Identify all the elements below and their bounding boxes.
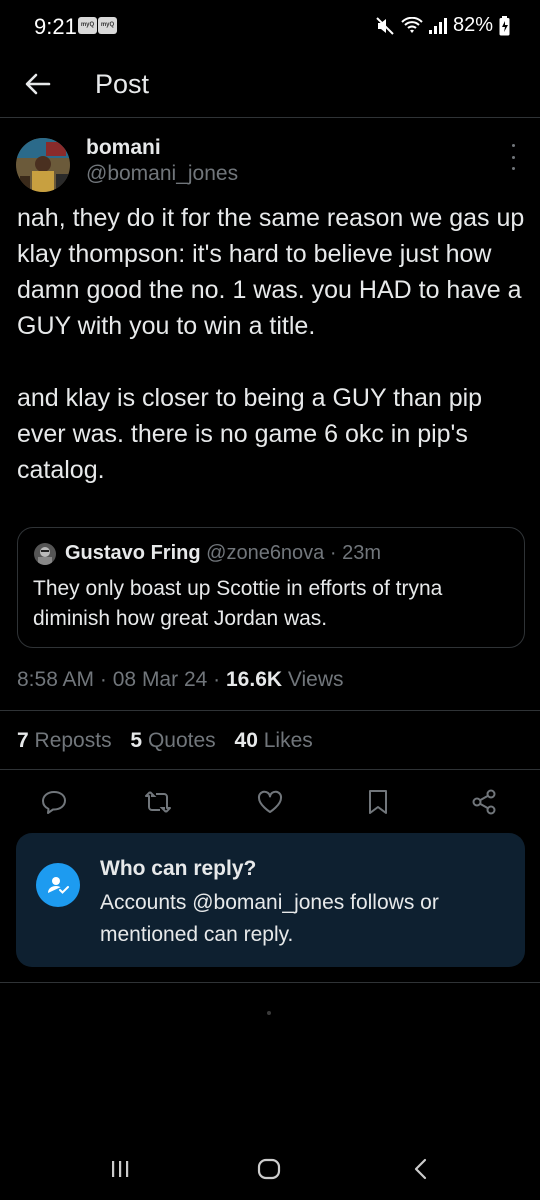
repost-icon (145, 791, 171, 813)
quotes-count: 5 (130, 729, 143, 752)
loading-dot (267, 1011, 271, 1015)
quote-separator: · (329, 542, 337, 564)
signal-icon (428, 17, 447, 34)
likes-count: 40 (234, 729, 258, 752)
views-label: Views (287, 668, 344, 691)
reply-restriction-title: Who can reply? (100, 857, 257, 880)
share-button[interactable] (468, 786, 500, 818)
battery-icon (499, 15, 510, 36)
author-handle[interactable]: @bomani_jones (86, 162, 238, 186)
meta-divider (0, 710, 540, 711)
back-nav-button[interactable] (400, 1152, 440, 1186)
reply-icon (42, 791, 66, 814)
tweet-actions (0, 782, 540, 822)
author-avatar[interactable] (16, 138, 70, 192)
reposts-stat[interactable]: 7 Reposts (17, 729, 112, 752)
recent-apps-icon (112, 1161, 129, 1177)
quote-text: They only boast up Scottie in efforts of… (33, 577, 443, 630)
meta-separator: · (99, 668, 107, 691)
reposts-count: 7 (17, 729, 29, 752)
wifi-icon (401, 16, 423, 35)
home-button[interactable] (249, 1152, 289, 1186)
bookmark-icon (369, 790, 387, 814)
reply-button[interactable] (38, 786, 70, 818)
likes-stat[interactable]: 40 Likes (235, 729, 313, 752)
meta-separator: · (213, 668, 221, 691)
like-icon (257, 790, 283, 813)
tweet-meta: 8:58 AM · 08 Mar 24 · 16.6K Views (17, 668, 344, 692)
back-button[interactable] (20, 66, 56, 102)
reply-restriction-card: Who can reply? Accounts @bomani_jones fo… (16, 833, 525, 967)
status-indicators: 82% (375, 14, 510, 37)
card-divider (0, 982, 540, 983)
mute-icon (375, 16, 395, 36)
reposts-label: Reposts (34, 729, 112, 752)
bookmark-button[interactable] (362, 786, 394, 818)
home-icon (257, 1158, 281, 1180)
reply-permission-icon (36, 863, 80, 907)
back-arrow-icon (25, 73, 51, 95)
quoted-tweet[interactable]: Gustavo Fring @zone6nova · 23m They only… (17, 527, 525, 648)
recent-apps-button[interactable] (100, 1152, 140, 1186)
more-options-icon[interactable] (506, 144, 520, 170)
header-divider (0, 117, 540, 118)
myq-notification-icon: myQ (78, 17, 97, 34)
quote-author-avatar (34, 543, 56, 565)
reply-restriction-description: Accounts @bomani_jones follows or mentio… (100, 891, 439, 946)
status-time: 9:21 (34, 14, 77, 39)
repost-button[interactable] (142, 786, 174, 818)
status-bar: 9:21 myQ myQ 82% (0, 0, 540, 56)
quote-author-handle: @zone6nova (206, 542, 325, 564)
stats-divider (0, 769, 540, 770)
likes-label: Likes (263, 729, 313, 752)
battery-percent: 82% (452, 14, 493, 36)
quotes-stat[interactable]: 5 Quotes (130, 729, 215, 752)
page-header: Post (0, 56, 540, 116)
quotes-label: Quotes (147, 729, 216, 752)
myq-notification-icon: myQ (98, 17, 117, 34)
quote-author-name: Gustavo Fring (65, 542, 201, 564)
android-nav-bar (0, 1140, 540, 1200)
tweet-time: 8:58 AM (17, 668, 95, 691)
like-button[interactable] (254, 786, 286, 818)
back-chevron-icon (414, 1158, 427, 1180)
tweet-date: 08 Mar 24 (112, 668, 208, 691)
author-name[interactable]: bomani (86, 136, 161, 160)
quote-time: 23m (342, 542, 382, 564)
tweet-stats: 7 Reposts 5 Quotes 40 Likes (17, 729, 326, 753)
views-count: 16.6K (226, 668, 283, 691)
tweet-text: nah, they do it for the same reason we g… (17, 204, 525, 484)
page-title: Post (95, 69, 150, 99)
share-icon (472, 789, 496, 815)
